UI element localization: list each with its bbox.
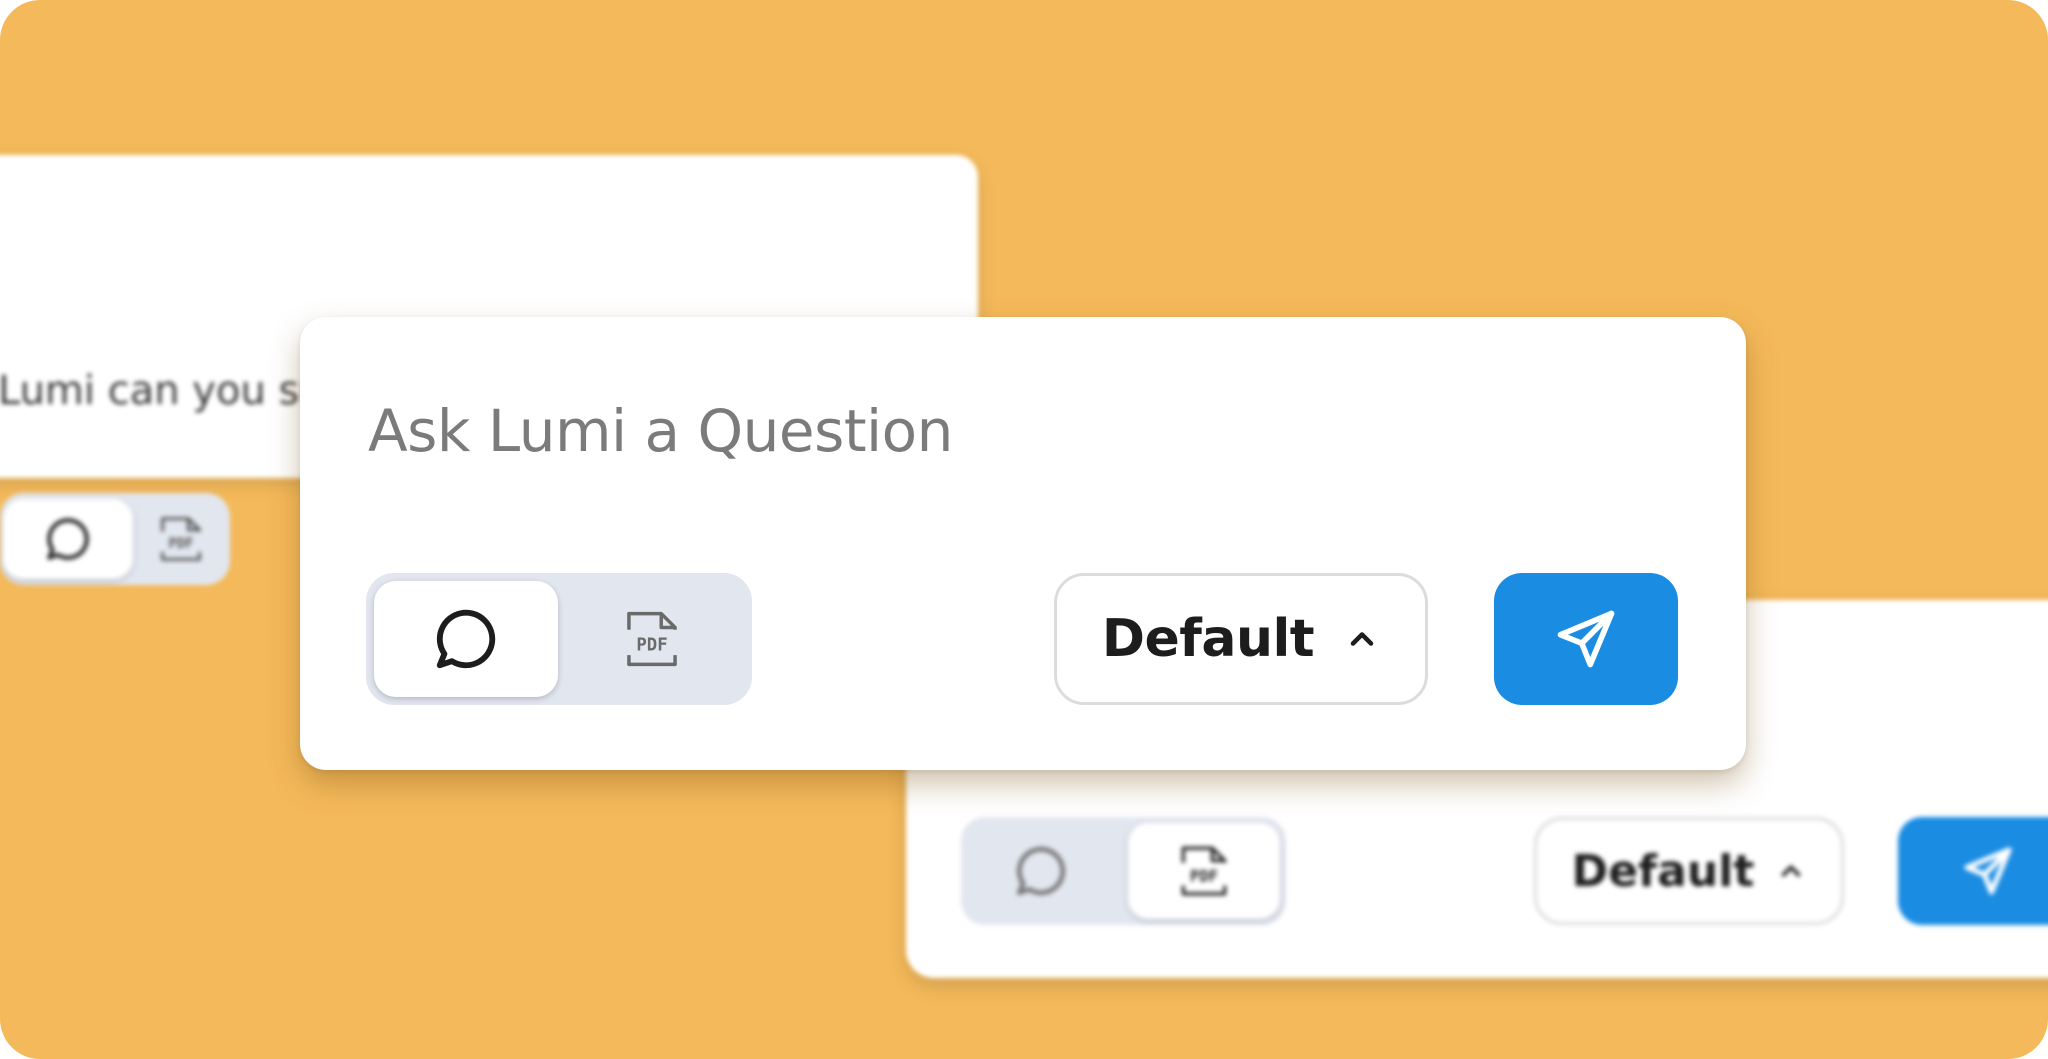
response-mode-label: Default <box>1101 609 1315 669</box>
chat-bubble-icon <box>1016 846 1066 896</box>
response-mode-select[interactable]: Default <box>1534 817 1844 925</box>
pdf-file-icon: PDF <box>627 611 677 667</box>
chevron-up-icon <box>1350 632 1374 646</box>
chat-mode-button[interactable] <box>966 823 1116 919</box>
chevron-up-icon <box>1781 865 1801 877</box>
chat-bubble-icon <box>436 609 496 669</box>
backdrop: Lumi can you summarize Chapter 4? PDF <box>0 0 2048 1059</box>
send-button[interactable] <box>1494 573 1678 705</box>
chat-mode-button[interactable] <box>374 581 558 697</box>
response-mode-select[interactable]: Default <box>1054 573 1428 705</box>
mode-toggle: PDF <box>366 573 752 705</box>
chat-mode-button[interactable] <box>3 499 133 579</box>
pdf-file-icon: PDF <box>160 517 201 561</box>
pdf-mode-button[interactable]: PDF <box>562 581 742 697</box>
response-mode-label: Default <box>1571 845 1755 897</box>
question-input[interactable]: Ask Lumi a Question <box>368 397 953 465</box>
svg-text:PDF: PDF <box>168 536 193 552</box>
send-button[interactable] <box>1898 817 2048 925</box>
mode-toggle: PDF <box>961 817 1286 925</box>
pdf-mode-button[interactable]: PDF <box>133 499 228 579</box>
svg-text:PDF: PDF <box>636 636 667 656</box>
paper-plane-send-icon <box>1964 847 2012 895</box>
pdf-mode-button[interactable]: PDF <box>1128 823 1280 919</box>
pdf-file-icon: PDF <box>1181 846 1227 896</box>
chat-bubble-icon <box>47 518 89 560</box>
paper-plane-send-icon <box>1557 610 1615 668</box>
chat-composer-card: Ask Lumi a Question PDF Default <box>300 317 1746 770</box>
mode-toggle: PDF <box>0 493 230 585</box>
svg-text:PDF: PDF <box>1190 867 1218 885</box>
